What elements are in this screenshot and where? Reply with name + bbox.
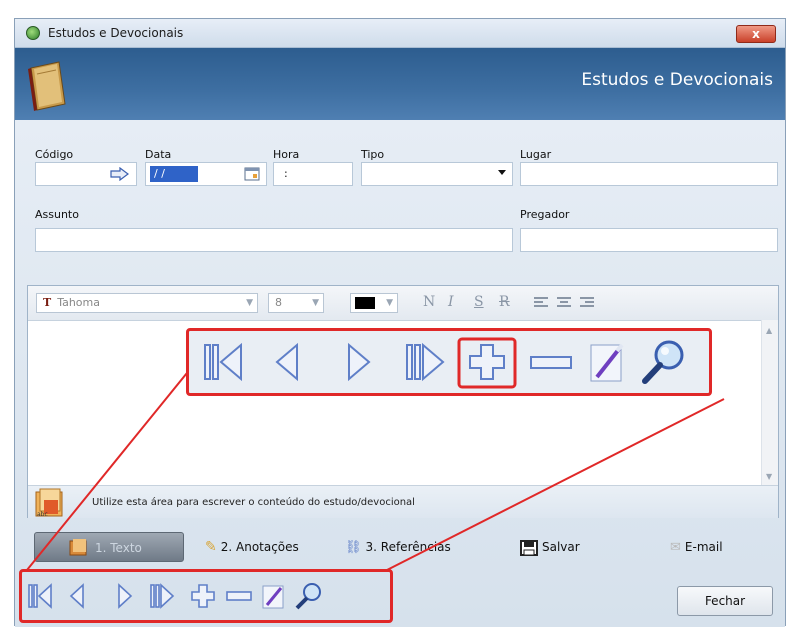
hora-label: Hora xyxy=(273,148,300,161)
tab-referencias[interactable]: ⛓ 3. Referências xyxy=(345,532,451,562)
last-record-icon[interactable] xyxy=(406,342,445,382)
record-navigation-bar xyxy=(28,583,321,610)
search-icon[interactable] xyxy=(642,340,684,384)
delete-record-icon[interactable] xyxy=(530,356,572,369)
lugar-field[interactable] xyxy=(520,162,778,186)
font-size-select[interactable]: 8 ▼ xyxy=(268,293,324,313)
font-icon: T xyxy=(43,296,52,309)
font-size-value: 8 xyxy=(275,296,282,309)
font-color-select[interactable]: ▼ xyxy=(350,293,398,313)
align-right-icon[interactable] xyxy=(579,296,595,310)
edit-record-icon[interactable] xyxy=(262,585,284,609)
arrow-right-icon[interactable] xyxy=(110,167,130,181)
codigo-label: Código xyxy=(35,148,74,161)
zoom-record-navigation-bar xyxy=(204,337,684,389)
pregador-label: Pregador xyxy=(520,208,570,221)
align-left-icon[interactable] xyxy=(533,296,549,310)
banner-title: Estudos e Devocionais xyxy=(581,70,773,90)
tipo-select[interactable] xyxy=(361,162,513,186)
text-editor: T Tahoma ▼ 8 ▼ ▼ N I S R ▲ ▼ abc Utilize… xyxy=(27,285,779,518)
dropdown-arrow-icon[interactable] xyxy=(498,170,506,175)
lugar-label: Lugar xyxy=(520,148,552,161)
tab-label: 1. Texto xyxy=(95,541,142,555)
floppy-disk-icon xyxy=(520,539,538,556)
pregador-field[interactable] xyxy=(520,228,778,252)
italic-button[interactable]: I xyxy=(448,294,454,310)
hora-field[interactable]: : xyxy=(273,162,353,186)
book-icon xyxy=(28,61,66,111)
strikethrough-button[interactable]: R xyxy=(499,294,510,310)
font-name-value: Tahoma xyxy=(57,296,100,309)
previous-record-icon[interactable] xyxy=(69,583,84,609)
header-banner: Estudos e Devocionais xyxy=(15,48,785,120)
editor-scrollbar[interactable]: ▲ ▼ xyxy=(761,320,778,485)
data-field[interactable]: / / xyxy=(145,162,267,186)
edit-record-icon[interactable] xyxy=(590,343,624,382)
calendar-icon[interactable] xyxy=(244,167,260,181)
next-record-icon[interactable] xyxy=(348,342,371,382)
notes-icon: abc xyxy=(35,488,63,518)
font-name-select[interactable]: T Tahoma ▼ xyxy=(36,293,258,313)
scroll-up-icon[interactable]: ▲ xyxy=(766,326,772,335)
add-record-icon[interactable] xyxy=(191,584,215,608)
tipo-label: Tipo xyxy=(361,148,385,161)
editor-toolbar: T Tahoma ▼ 8 ▼ ▼ N I S R xyxy=(28,286,778,321)
assunto-field[interactable] xyxy=(35,228,513,252)
pencil-icon: ✎ xyxy=(205,539,217,555)
email-button[interactable]: ✉ E-mail xyxy=(670,532,723,562)
editor-hint-bar: abc Utilize esta área para escrever o co… xyxy=(28,485,778,518)
window-title: Estudos e Devocionais xyxy=(48,26,184,40)
close-button[interactable]: x xyxy=(736,25,776,43)
tab-anotacoes[interactable]: ✎ 2. Anotações xyxy=(205,532,299,562)
chevron-down-icon: ▼ xyxy=(312,298,319,308)
bold-button[interactable]: N xyxy=(423,294,435,310)
first-record-icon[interactable] xyxy=(204,342,242,382)
codigo-field[interactable] xyxy=(35,162,137,186)
save-button[interactable]: Salvar xyxy=(520,532,580,562)
save-label: Salvar xyxy=(542,540,580,554)
editor-hint: Utilize esta área para escrever o conteú… xyxy=(92,497,415,508)
search-icon[interactable] xyxy=(295,583,321,610)
data-value: / / xyxy=(150,166,198,182)
tab-label: 2. Anotações xyxy=(220,540,299,554)
email-label: E-mail xyxy=(684,540,723,554)
zoom-navigation-panel xyxy=(186,328,712,396)
scroll-down-icon[interactable]: ▼ xyxy=(766,472,772,481)
chevron-down-icon: ▼ xyxy=(246,298,253,308)
assunto-label: Assunto xyxy=(35,208,79,221)
chevron-down-icon: ▼ xyxy=(386,298,393,308)
tab-texto[interactable]: 1. Texto xyxy=(34,532,184,562)
underline-button[interactable]: S xyxy=(474,294,484,310)
tab-bar: 1. Texto ✎ 2. Anotações ⛓ 3. Referências S… xyxy=(15,532,785,570)
app-icon xyxy=(26,26,40,40)
link-icon: ⛓ xyxy=(345,540,362,555)
previous-record-icon[interactable] xyxy=(275,342,298,382)
first-record-icon[interactable] xyxy=(28,583,52,609)
close-form-button[interactable]: Fechar xyxy=(677,586,773,616)
data-label: Data xyxy=(145,148,172,161)
next-record-icon[interactable] xyxy=(118,583,133,609)
svg-text:abc: abc xyxy=(37,511,48,518)
tab-label: 3. Referências xyxy=(365,540,451,554)
last-record-icon[interactable] xyxy=(150,583,175,609)
title-bar: Estudos e Devocionais x xyxy=(15,19,785,48)
envelope-icon: ✉ xyxy=(670,540,681,555)
delete-record-icon[interactable] xyxy=(226,591,252,601)
color-swatch xyxy=(355,297,375,309)
main-window: Estudos e Devocionais x Estudos e Devoci… xyxy=(14,18,786,627)
notes-icon xyxy=(69,539,87,556)
add-record-icon[interactable] xyxy=(469,344,505,380)
align-center-icon[interactable] xyxy=(556,296,572,310)
